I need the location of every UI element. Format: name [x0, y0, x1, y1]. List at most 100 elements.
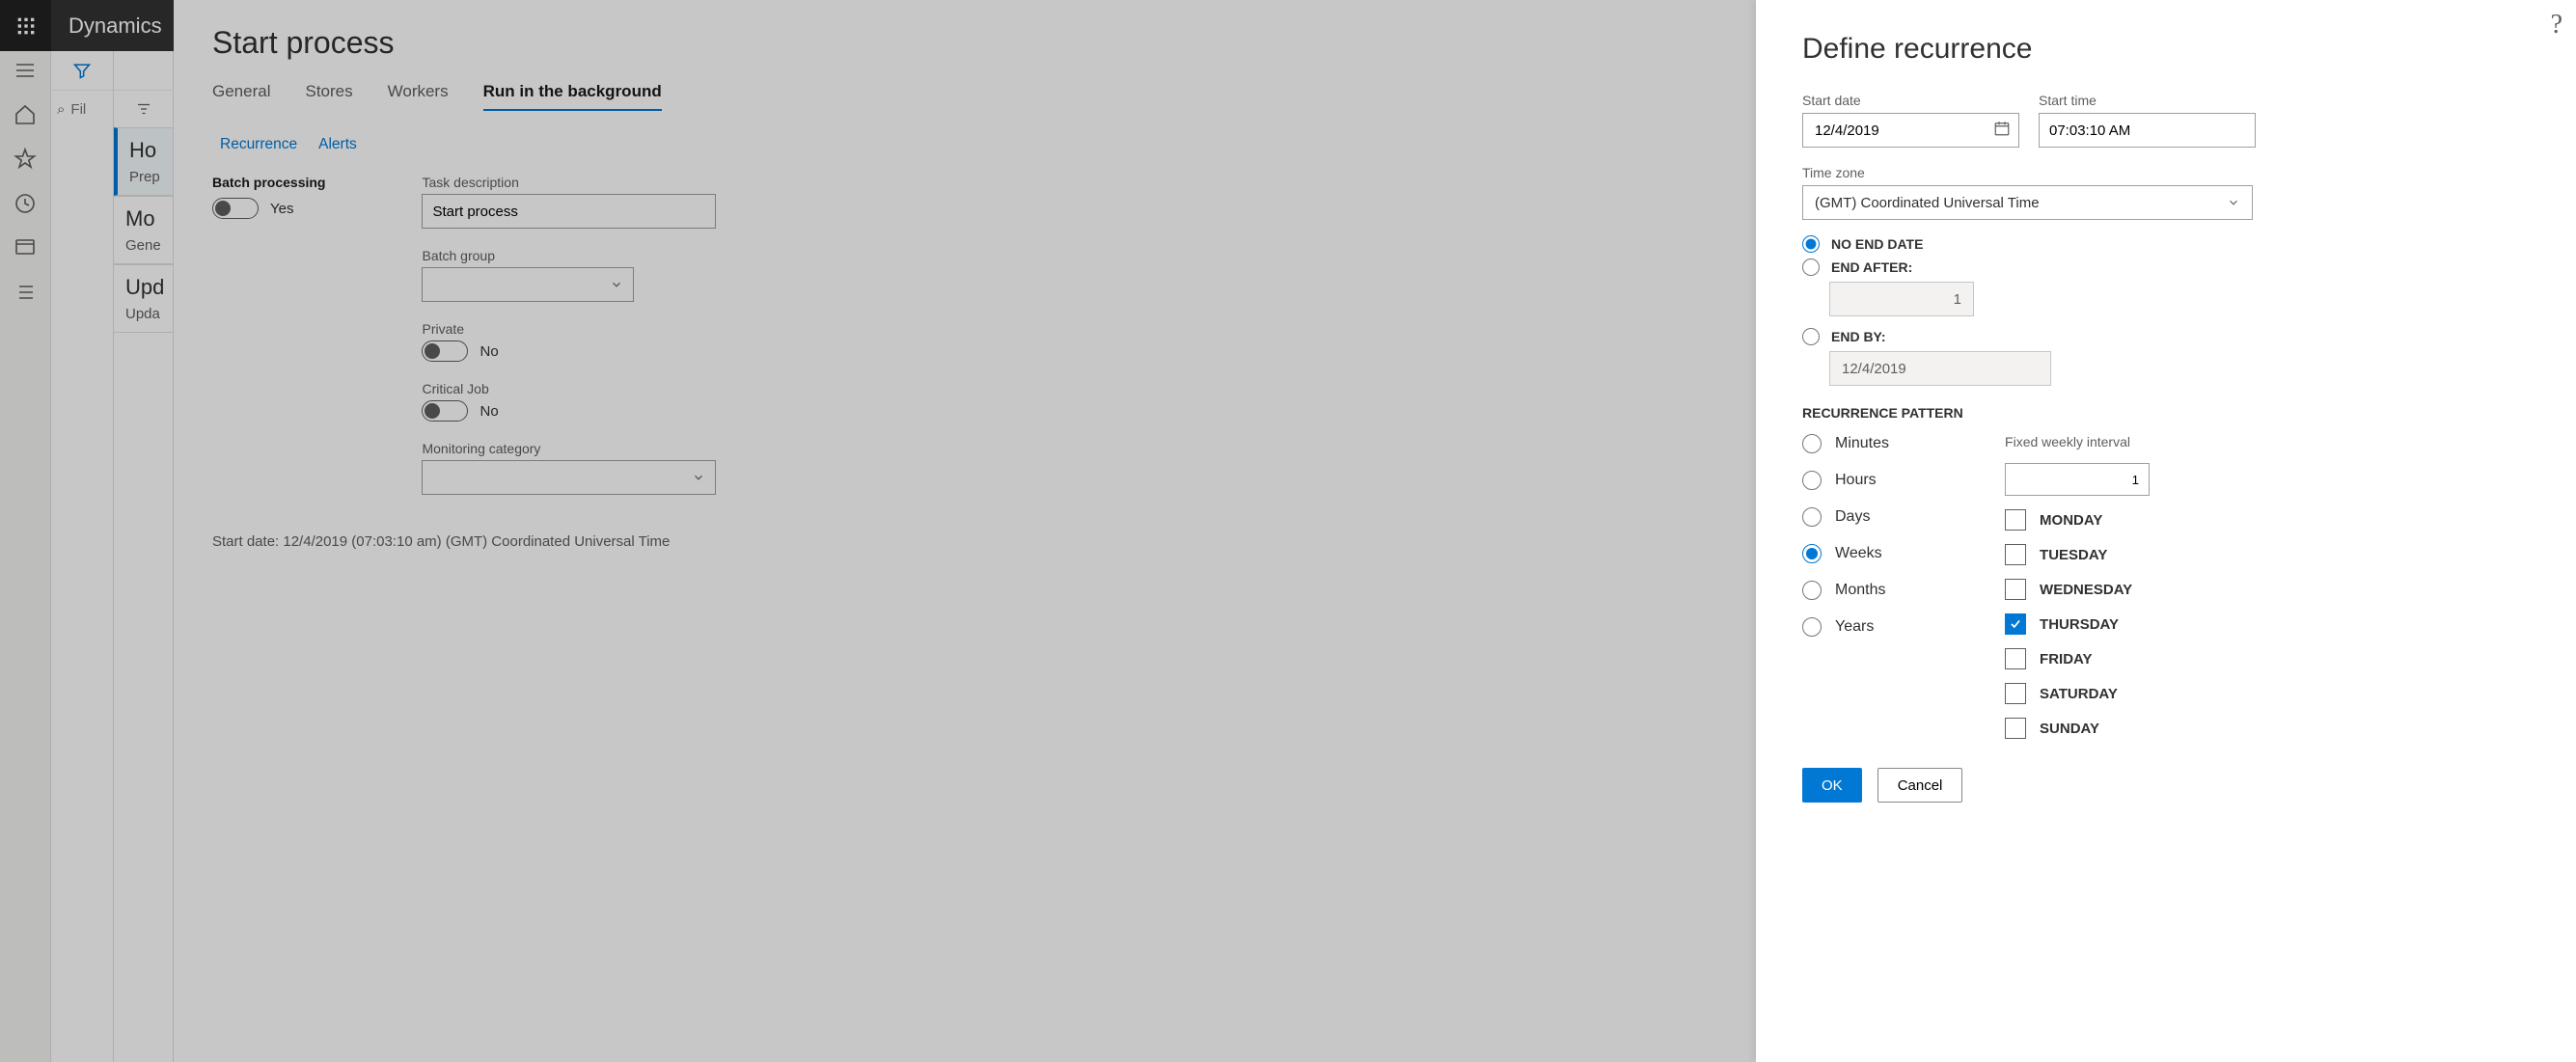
nav-card-sub: Gene	[125, 237, 161, 254]
recent-button[interactable]	[14, 192, 37, 215]
star-icon	[14, 148, 37, 171]
modules-button[interactable]	[14, 281, 37, 304]
filter-button[interactable]	[51, 51, 113, 90]
subtab-alerts[interactable]: Alerts	[318, 136, 357, 153]
list-filter-icon[interactable]	[135, 100, 152, 118]
tab-run-in-background[interactable]: Run in the background	[483, 82, 662, 111]
unit-weeks[interactable]: Weeks	[1802, 544, 1889, 563]
checkbox-tuesday[interactable]	[2005, 544, 2026, 565]
batch-group-select[interactable]	[422, 267, 634, 302]
no-end-date-label: NO END DATE	[1831, 236, 1923, 252]
checkbox-wednesday[interactable]	[2005, 579, 2026, 600]
day-saturday[interactable]: SATURDAY	[2005, 683, 2150, 704]
checkbox-saturday[interactable]	[2005, 683, 2026, 704]
nav-card-title: Upd	[125, 275, 161, 300]
day-sunday[interactable]: SUNDAY	[2005, 718, 2150, 739]
monitoring-category-select[interactable]	[422, 460, 716, 495]
home-icon	[14, 103, 37, 126]
recurrence-pattern-label: RECURRENCE PATTERN	[1802, 405, 2530, 421]
end-by-label: END BY:	[1831, 329, 1886, 344]
check-icon	[2009, 617, 2022, 631]
nav-card-monthly[interactable]: Mo Gene	[114, 196, 173, 264]
end-option-no-end-date[interactable]: NO END DATE	[1802, 235, 2530, 253]
end-by-date-input[interactable]	[1829, 351, 2051, 386]
end-after-radio[interactable]	[1802, 259, 1820, 276]
unit-hours[interactable]: Hours	[1802, 471, 1889, 490]
unit-days[interactable]: Days	[1802, 507, 1889, 527]
fixed-interval-input[interactable]	[2005, 463, 2150, 496]
menu-button[interactable]	[14, 59, 37, 82]
start-date-input[interactable]	[1813, 122, 1977, 140]
time-zone-select[interactable]: (GMT) Coordinated Universal Time	[1802, 185, 2253, 220]
nav-card-update[interactable]: Upd Upda	[114, 264, 173, 333]
end-option-end-by[interactable]: END BY:	[1802, 328, 2530, 345]
checkbox-friday[interactable]	[2005, 648, 2026, 669]
unit-weeks-label: Weeks	[1835, 545, 1882, 562]
nav-card-holiday[interactable]: Ho Prep	[114, 127, 173, 196]
tab-stores[interactable]: Stores	[305, 82, 352, 111]
list-icon	[14, 281, 37, 304]
private-label: Private	[422, 321, 716, 337]
workspace-icon	[14, 236, 37, 259]
nav-card-title: Mo	[125, 206, 161, 231]
unit-minutes-radio[interactable]	[1802, 434, 1822, 453]
form-row: Batch processing Yes Task description Ba…	[212, 175, 1717, 495]
pane-button-row: OK Cancel	[1802, 768, 2530, 803]
no-end-date-radio[interactable]	[1802, 235, 1820, 253]
day-friday[interactable]: FRIDAY	[2005, 648, 2150, 669]
checkbox-thursday[interactable]	[2005, 613, 2026, 635]
unit-days-radio[interactable]	[1802, 507, 1822, 527]
page-title: Start process	[212, 25, 1717, 61]
critical-job-toggle[interactable]	[422, 400, 468, 422]
start-time-label: Start time	[2039, 93, 2256, 108]
hamburger-icon	[14, 59, 37, 82]
end-by-radio[interactable]	[1802, 328, 1820, 345]
unit-months-radio[interactable]	[1802, 581, 1822, 600]
time-zone-label: Time zone	[1802, 165, 2530, 180]
background-app-shell: Dynamics Edit ⌕ Ho Prep	[0, 0, 1756, 1062]
unit-hours-radio[interactable]	[1802, 471, 1822, 490]
batch-group-label: Batch group	[422, 248, 716, 263]
favorites-button[interactable]	[14, 148, 37, 171]
checkbox-monday[interactable]	[2005, 509, 2026, 531]
tab-workers[interactable]: Workers	[388, 82, 449, 111]
subtab-recurrence[interactable]: Recurrence	[220, 136, 297, 153]
unit-months[interactable]: Months	[1802, 581, 1889, 600]
day-monday-label: MONDAY	[2040, 512, 2102, 529]
tab-general[interactable]: General	[212, 82, 270, 111]
task-description-input[interactable]	[422, 194, 716, 229]
nav-panel: Ho Prep Mo Gene Upd Upda	[114, 51, 174, 1062]
private-toggle[interactable]	[422, 340, 468, 362]
unit-minutes[interactable]: Minutes	[1802, 434, 1889, 453]
day-thursday[interactable]: THURSDAY	[2005, 613, 2150, 635]
nav-card-sub: Upda	[125, 306, 161, 322]
filter-input[interactable]	[69, 100, 107, 119]
day-wednesday[interactable]: WEDNESDAY	[2005, 579, 2150, 600]
day-monday[interactable]: MONDAY	[2005, 509, 2150, 531]
unit-years-radio[interactable]	[1802, 617, 1822, 637]
help-button[interactable]: ?	[2551, 10, 2562, 41]
critical-job-value: No	[480, 403, 498, 420]
unit-weeks-radio[interactable]	[1802, 544, 1822, 563]
workspaces-button[interactable]	[14, 236, 37, 259]
cancel-button[interactable]: Cancel	[1877, 768, 1963, 803]
start-date-input-wrap[interactable]	[1802, 113, 2019, 148]
unit-months-label: Months	[1835, 582, 1885, 599]
batch-processing-toggle[interactable]	[212, 198, 259, 219]
end-option-end-after[interactable]: END AFTER:	[1802, 259, 2530, 276]
day-saturday-label: SATURDAY	[2040, 686, 2118, 702]
app-launcher-button[interactable]	[0, 0, 51, 51]
chevron-down-icon	[2227, 196, 2240, 209]
search-icon: ⌕	[57, 101, 65, 118]
start-time-input[interactable]	[2039, 113, 2256, 148]
define-recurrence-pane: Define recurrence Start date Start time …	[1756, 0, 2576, 1062]
form-col-right: Task description Batch group Private No …	[422, 175, 716, 495]
end-after-count-input[interactable]	[1829, 282, 1974, 316]
home-button[interactable]	[14, 103, 37, 126]
day-tuesday[interactable]: TUESDAY	[2005, 544, 2150, 565]
ok-button[interactable]: OK	[1802, 768, 1862, 803]
unit-years[interactable]: Years	[1802, 617, 1889, 637]
calendar-icon[interactable]	[1993, 120, 2011, 141]
checkbox-sunday[interactable]	[2005, 718, 2026, 739]
unit-hours-label: Hours	[1835, 472, 1877, 489]
